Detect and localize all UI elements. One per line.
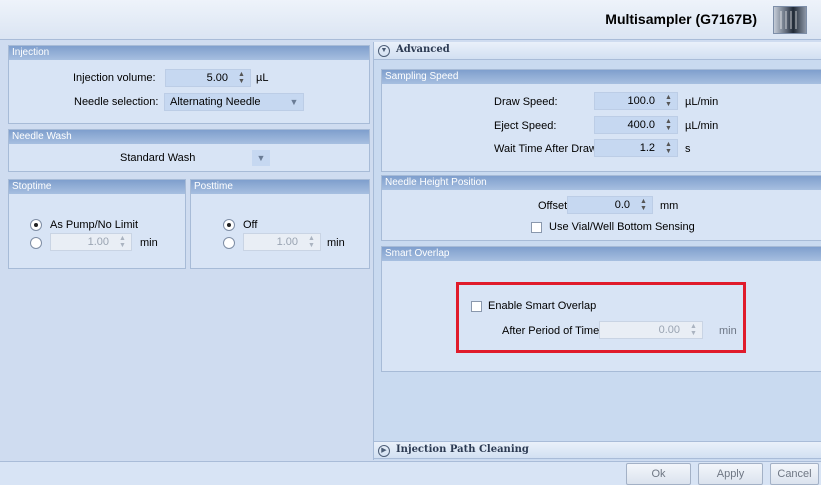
posttime-value-input[interactable]: 1.00 ▲ ▼ xyxy=(243,233,321,251)
spin-arrows-icon[interactable]: ▲ ▼ xyxy=(664,141,673,155)
wait-time-label: Wait Time After Draw: xyxy=(494,143,600,155)
stoptime-value-input[interactable]: 1.00 ▲ ▼ xyxy=(50,233,132,251)
window-title: Multisampler (G7167B) xyxy=(605,11,757,27)
bottom-button-bar: Ok Apply Cancel xyxy=(0,461,821,485)
sampling-speed-group: Sampling Speed Draw Speed: 100.0 ▲ ▼ µL/m… xyxy=(381,69,821,172)
injection-group: Injection Injection volume: 5.00 ▲ ▼ µL N… xyxy=(8,45,370,124)
stoptime-header: Stoptime xyxy=(9,180,185,194)
injection-path-cleaning-label: Injection Path Cleaning xyxy=(396,444,529,455)
bottom-sensing-checkbox[interactable] xyxy=(531,222,542,233)
chevron-right-icon: ▶ xyxy=(378,445,390,457)
posttime-value-radio[interactable] xyxy=(223,237,235,249)
stoptime-value-radio[interactable] xyxy=(30,237,42,249)
eject-speed-unit: µL/min xyxy=(685,120,719,132)
spin-arrows-icon[interactable]: ▲ ▼ xyxy=(664,118,673,132)
spin-arrows-icon[interactable]: ▲ ▼ xyxy=(664,94,673,108)
injection-header: Injection xyxy=(9,46,369,60)
chevron-down-icon[interactable]: ▼ xyxy=(285,94,303,110)
offset-input[interactable]: 0.0 ▲ ▼ xyxy=(567,196,653,214)
spin-arrows-icon[interactable]: ▲ ▼ xyxy=(118,235,127,249)
ok-button[interactable]: Ok xyxy=(626,463,691,485)
posttime-group: Posttime Off 1.00 ▲ ▼ min xyxy=(190,179,370,269)
injection-path-cleaning-bar[interactable]: ▶ Injection Path Cleaning xyxy=(374,441,821,459)
apply-button[interactable]: Apply xyxy=(698,463,763,485)
offset-label: Offset: xyxy=(538,200,571,212)
injection-volume-input[interactable]: 5.00 ▲ ▼ xyxy=(165,69,251,87)
stoptime-group: Stoptime As Pump/No Limit 1.00 ▲ ▼ min xyxy=(8,179,186,269)
bottom-sensing-label: Use Vial/Well Bottom Sensing xyxy=(549,221,695,233)
injection-volume-label: Injection volume: xyxy=(73,72,156,84)
needle-selection-dropdown[interactable]: Alternating Needle ▼ xyxy=(164,93,304,111)
device-icon xyxy=(773,6,807,34)
eject-speed-input[interactable]: 400.0 ▲ ▼ xyxy=(594,116,678,134)
needle-wash-header: Needle Wash xyxy=(9,130,369,144)
spin-arrows-icon[interactable]: ▲ ▼ xyxy=(307,235,316,249)
wait-time-input[interactable]: 1.2 ▲ ▼ xyxy=(594,139,678,157)
needle-wash-dropdown[interactable]: Standard Wash ▼ xyxy=(109,149,270,167)
draw-speed-unit: µL/min xyxy=(685,96,719,108)
needle-height-group: Needle Height Position Offset: 0.0 ▲ ▼ mm… xyxy=(381,175,821,241)
chevron-down-icon: ▼ xyxy=(378,45,390,57)
spin-arrows-icon[interactable]: ▲ ▼ xyxy=(237,71,246,85)
injection-volume-unit: µL xyxy=(256,72,269,84)
posttime-off-radio[interactable] xyxy=(223,219,235,231)
sampling-speed-header: Sampling Speed xyxy=(382,70,821,84)
needle-selection-label: Needle selection: xyxy=(74,96,159,108)
smart-overlap-header: Smart Overlap xyxy=(382,247,821,261)
stoptime-no-limit-label: As Pump/No Limit xyxy=(50,219,139,231)
posttime-header: Posttime xyxy=(191,180,369,194)
chevron-down-icon[interactable]: ▼ xyxy=(252,150,270,166)
posttime-off-label: Off xyxy=(243,219,258,231)
advanced-panel: ▼ Advanced Sampling Speed Draw Speed: 10… xyxy=(373,42,821,460)
draw-speed-input[interactable]: 100.0 ▲ ▼ xyxy=(594,92,678,110)
draw-speed-label: Draw Speed: xyxy=(494,96,558,108)
needle-height-header: Needle Height Position xyxy=(382,176,821,190)
posttime-unit: min xyxy=(327,237,345,249)
wait-time-unit: s xyxy=(685,143,691,155)
offset-unit: mm xyxy=(660,200,679,212)
eject-speed-label: Eject Speed: xyxy=(494,120,557,132)
cancel-button[interactable]: Cancel xyxy=(770,463,819,485)
needle-wash-group: Needle Wash Standard Wash ▼ xyxy=(8,129,370,172)
stoptime-unit: min xyxy=(140,237,158,249)
advanced-section-bar[interactable]: ▼ Advanced xyxy=(374,42,821,60)
stoptime-no-limit-radio[interactable] xyxy=(30,219,42,231)
smart-overlap-highlight-box xyxy=(456,282,746,353)
spin-arrows-icon[interactable]: ▲ ▼ xyxy=(639,198,648,212)
title-bar: Multisampler (G7167B) xyxy=(0,0,821,40)
advanced-label: Advanced xyxy=(396,44,450,55)
